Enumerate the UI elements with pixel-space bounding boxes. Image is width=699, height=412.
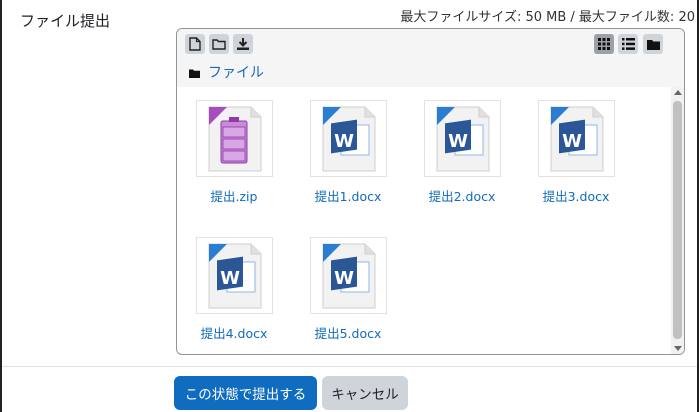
icon-view-icon: [598, 38, 610, 50]
download-icon: [236, 37, 250, 51]
icon-view-button[interactable]: [594, 34, 614, 54]
add-file-icon: [189, 37, 201, 51]
tree-view-button[interactable]: [643, 34, 663, 54]
file-manager: ファイル 提出.zip W 提出1.docx W 提出2.docx W 提出3.…: [176, 28, 685, 355]
file-manager-toolbar: ファイル: [177, 29, 684, 87]
word-document-icon: W: [310, 237, 387, 314]
max-file-limits: 最大ファイルサイズ: 50 MB / 最大ファイル数: 20: [400, 10, 695, 25]
list-view-icon: [621, 38, 635, 50]
form-divider: [2, 366, 697, 367]
vertical-scrollbar[interactable]: [671, 87, 684, 354]
submit-button[interactable]: この状態で提出する: [174, 376, 317, 410]
word-document-icon: W: [196, 237, 273, 314]
file-name[interactable]: 提出5.docx: [291, 323, 405, 342]
scroll-up-arrow-icon[interactable]: [674, 90, 682, 95]
file-item[interactable]: W 提出2.docx: [405, 87, 519, 211]
file-name[interactable]: 提出1.docx: [291, 186, 405, 205]
word-document-icon: W: [424, 100, 501, 177]
svg-text:W: W: [562, 131, 582, 152]
download-button[interactable]: [233, 34, 253, 54]
svg-text:W: W: [334, 268, 354, 289]
create-folder-button[interactable]: [209, 34, 229, 54]
file-name[interactable]: 提出3.docx: [519, 186, 633, 205]
file-name[interactable]: 提出4.docx: [177, 323, 291, 342]
file-item[interactable]: W 提出5.docx: [291, 224, 405, 348]
zip-file-icon: [196, 100, 273, 177]
file-name[interactable]: 提出2.docx: [405, 186, 519, 205]
file-item[interactable]: W 提出3.docx: [519, 87, 633, 211]
file-item[interactable]: W 提出1.docx: [291, 87, 405, 211]
create-folder-icon: [212, 38, 226, 50]
word-document-icon: W: [310, 100, 387, 177]
list-view-button[interactable]: [618, 34, 638, 54]
svg-text:W: W: [220, 268, 240, 289]
file-submission-label: ファイル提出: [20, 12, 111, 30]
add-file-button[interactable]: [185, 34, 205, 54]
svg-text:W: W: [448, 131, 468, 152]
file-item[interactable]: 提出.zip: [177, 87, 291, 211]
folder-icon: [189, 63, 200, 82]
word-document-icon: W: [538, 100, 615, 177]
breadcrumb-files-link[interactable]: ファイル: [208, 62, 264, 82]
file-name[interactable]: 提出.zip: [177, 186, 291, 205]
left-border: [0, 0, 2, 412]
svg-text:W: W: [334, 131, 354, 152]
scroll-thumb[interactable]: [673, 101, 682, 339]
scroll-down-arrow-icon[interactable]: [674, 346, 682, 351]
cancel-button[interactable]: キャンセル: [322, 376, 408, 410]
tree-view-icon: [646, 39, 660, 50]
file-item[interactable]: W 提出4.docx: [177, 224, 291, 348]
breadcrumb: ファイル: [189, 63, 264, 81]
file-list: 提出.zip W 提出1.docx W 提出2.docx W 提出3.docx …: [177, 87, 672, 354]
